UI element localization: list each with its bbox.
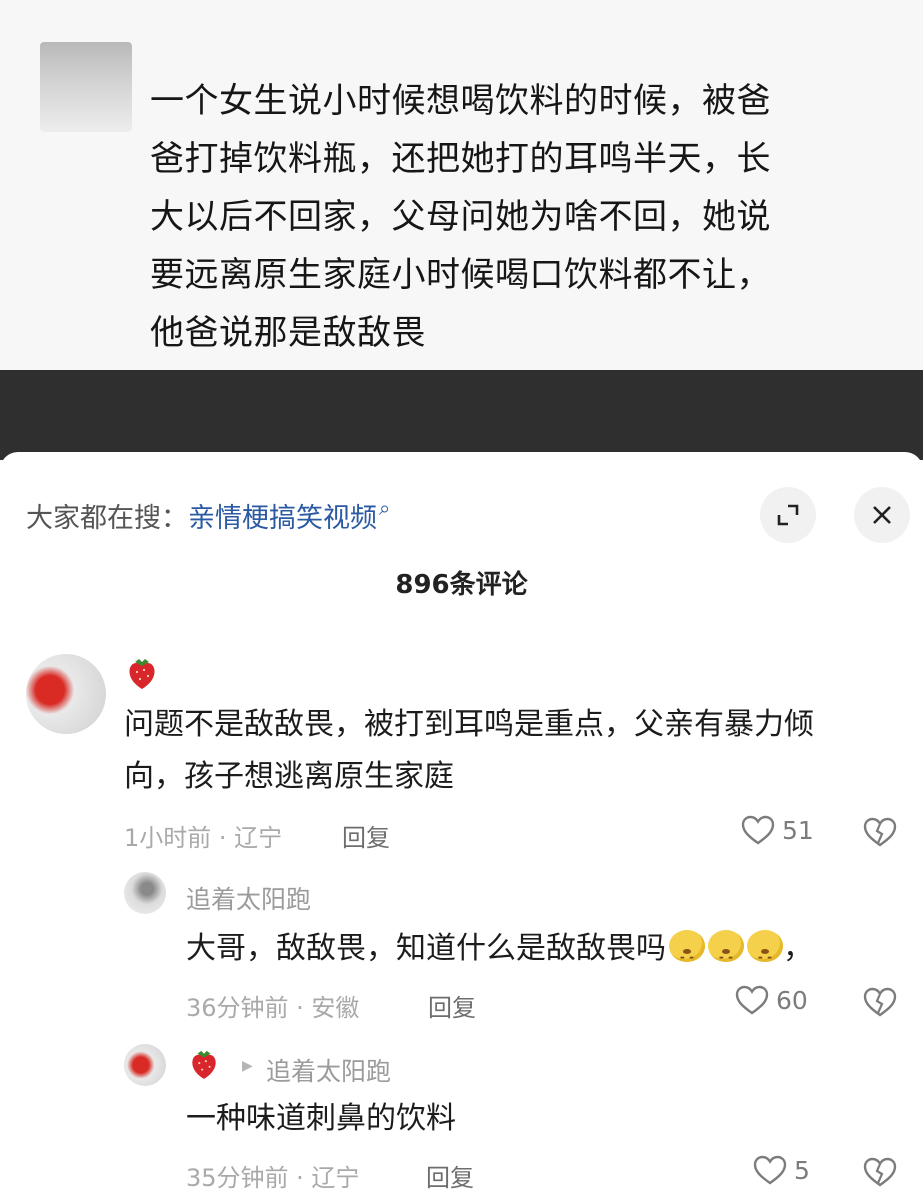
post-line: 爸打掉饮料瓶，还把她打的耳鸣半天，长 [150, 139, 771, 179]
broken-heart-icon[interactable] [862, 816, 898, 848]
reply-arrow-icon: ▶ [242, 1058, 253, 1074]
like-button[interactable]: 60 [734, 984, 808, 1016]
search-suggestion[interactable]: 大家都在搜：亲情梗搞笑视频 ⌕ [26, 496, 390, 535]
like-count: 60 [776, 985, 808, 1015]
avatar[interactable] [26, 654, 106, 734]
broken-heart-icon[interactable] [862, 986, 898, 1018]
close-button[interactable] [854, 487, 910, 543]
comment-trailing: ， [783, 931, 813, 966]
comment-sheet: 大家都在搜：亲情梗搞笑视频 ⌕ 896条评论 问题不是敌敌畏，被打到耳鸣是重点，父… [0, 452, 923, 1200]
comment-count: 896条评论 [395, 570, 528, 600]
expand-icon [777, 504, 799, 526]
reply-button[interactable]: 回复 [342, 818, 390, 853]
username[interactable]: 追着太阳跑 [186, 880, 311, 916]
comment-line: 一种味道刺鼻的饮料 [186, 1101, 456, 1136]
close-icon [873, 506, 891, 524]
reply-to-username[interactable]: 追着太阳跑 [266, 1052, 391, 1088]
post-avatar [40, 42, 132, 132]
strawberry-icon [192, 1050, 216, 1079]
post-line: 他爸说那是敌敌畏 [150, 313, 426, 353]
like-count: 51 [782, 815, 814, 845]
video-dark-band [0, 370, 923, 460]
avatar[interactable] [124, 1044, 166, 1086]
expand-button[interactable] [760, 487, 816, 543]
comment-text: 一种味道刺鼻的饮料 [186, 1096, 456, 1142]
search-keyword[interactable]: 亲情梗搞笑视频 [188, 503, 377, 534]
reply-button[interactable]: 回复 [426, 1158, 474, 1193]
strawberry-icon [129, 659, 155, 689]
post-line: 一个女生说小时候想喝饮料的时候，被爸 [150, 81, 771, 121]
comment-line: 问题不是敌敌畏，被打到耳鸣是重点，父亲有暴力倾 [124, 707, 814, 742]
like-button[interactable]: 51 [740, 814, 814, 846]
like-button[interactable]: 5 [752, 1154, 810, 1186]
post-line: 大以后不回家，父母问她为啥不回，她说 [150, 197, 771, 237]
frowning-face-emoji [747, 930, 783, 980]
post-area: 一个女生说小时候想喝饮料的时候，被爸 爸打掉饮料瓶，还把她打的耳鸣半天，长 大以… [0, 0, 923, 370]
avatar[interactable] [124, 872, 166, 914]
broken-heart-icon[interactable] [862, 1156, 898, 1188]
frowning-face-emoji [669, 930, 705, 980]
comment-line: 大哥，敌敌畏，知道什么是敌敌畏吗 [186, 931, 666, 966]
comment-time-location: 36分钟前 · 安徽 [186, 994, 360, 1022]
comment-text: 问题不是敌敌畏，被打到耳鸣是重点，父亲有暴力倾 向，孩子想逃离原生家庭 [124, 702, 814, 800]
like-count: 5 [794, 1155, 810, 1185]
heart-icon [735, 985, 769, 1015]
comment-text: 大哥，敌敌畏，知道什么是敌敌畏吗 ， [186, 926, 813, 980]
search-prefix: 大家都在搜： [26, 503, 188, 534]
heart-icon [753, 1155, 787, 1185]
post-line: 要远离原生家庭小时候喝口饮料都不让， [150, 255, 771, 295]
comment-line: 向，孩子想逃离原生家庭 [124, 759, 454, 794]
reply-button[interactable]: 回复 [428, 988, 476, 1023]
comment-time-location: 35分钟前 · 辽宁 [186, 1164, 360, 1192]
heart-icon [741, 815, 775, 845]
frowning-face-emoji [708, 930, 744, 980]
comment-time-location: 1小时前 · 辽宁 [124, 824, 283, 852]
post-text: 一个女生说小时候想喝饮料的时候，被爸 爸打掉饮料瓶，还把她打的耳鸣半天，长 大以… [150, 72, 870, 362]
search-icon: ⌕ [379, 496, 391, 520]
